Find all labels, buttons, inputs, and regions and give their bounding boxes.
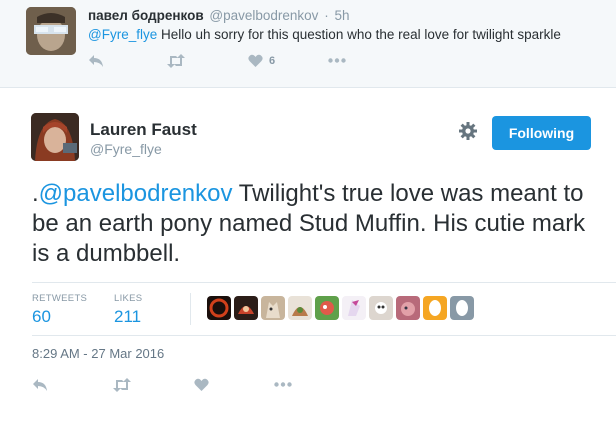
reply-actions: 6 xyxy=(88,52,388,72)
liker-avatar[interactable] xyxy=(450,296,474,320)
retweet-icon xyxy=(167,54,185,68)
author-display-name[interactable]: Lauren Faust xyxy=(90,120,197,140)
retweet-button[interactable] xyxy=(112,378,132,392)
likes-label: LIKES xyxy=(114,293,143,304)
reply-button[interactable] xyxy=(32,378,48,392)
tweet-stats: RETWEETS 60 LIKES 211 xyxy=(32,282,616,336)
reply-avatar[interactable] xyxy=(26,7,76,55)
heart-icon xyxy=(248,54,263,67)
main-tweet: Lauren Faust @Fyre_flye Following .@pave… xyxy=(0,100,616,425)
more-button[interactable] xyxy=(328,58,346,63)
more-icon xyxy=(328,58,346,63)
gear-icon xyxy=(459,122,477,140)
liker-avatars xyxy=(207,296,474,320)
heart-icon xyxy=(194,378,209,391)
liker-avatar[interactable] xyxy=(234,296,258,320)
liker-avatar[interactable] xyxy=(342,296,366,320)
reply-time[interactable]: 5h xyxy=(334,8,349,23)
author-avatar[interactable] xyxy=(31,113,79,161)
reply-icon xyxy=(89,55,103,67)
retweets-stat[interactable]: RETWEETS 60 xyxy=(32,293,87,327)
reply-button[interactable] xyxy=(88,54,104,68)
user-actions-button[interactable] xyxy=(457,120,479,142)
reply-display-name[interactable]: павел бодренков xyxy=(88,8,204,23)
retweet-icon xyxy=(113,378,131,392)
reply-icon xyxy=(33,379,47,391)
liker-avatar[interactable] xyxy=(423,296,447,320)
liker-avatar[interactable] xyxy=(261,296,285,320)
reply-header: павел бодренков @pavelbodrenkov · 5h xyxy=(88,8,350,23)
reply-separator: · xyxy=(324,8,329,23)
reply-handle[interactable]: @pavelbodrenkov xyxy=(209,8,318,23)
tweet-timestamp[interactable]: 8:29 AM - 27 Mar 2016 xyxy=(32,346,164,361)
liker-avatar[interactable] xyxy=(396,296,420,320)
more-button[interactable] xyxy=(274,382,292,387)
retweets-count: 60 xyxy=(32,307,51,326)
liker-avatar[interactable] xyxy=(369,296,393,320)
tweet-text-prefix: . xyxy=(32,180,39,207)
more-icon xyxy=(274,382,292,387)
liker-avatar[interactable] xyxy=(288,296,312,320)
likes-stat[interactable]: LIKES 211 xyxy=(114,293,142,327)
likes-count: 211 xyxy=(114,307,142,326)
author-handle[interactable]: @Fyre_flye xyxy=(90,141,162,157)
stats-divider xyxy=(190,293,191,325)
liker-avatar[interactable] xyxy=(315,296,339,320)
like-button[interactable] xyxy=(194,378,209,392)
reply-tweet[interactable]: павел бодренков @pavelbodrenkov · 5h @Fy… xyxy=(0,0,616,88)
retweets-label: RETWEETS xyxy=(32,293,88,304)
liker-avatar[interactable] xyxy=(207,296,231,320)
like-button[interactable]: 6 xyxy=(248,54,275,68)
tweet-text: .@pavelbodrenkov Twilight's true love wa… xyxy=(32,179,602,269)
reply-body: Hello uh sorry for this question who the… xyxy=(157,27,561,42)
reply-mention[interactable]: @Fyre_flye xyxy=(88,27,157,42)
following-button[interactable]: Following xyxy=(492,116,591,150)
reply-like-count: 6 xyxy=(269,55,276,67)
reply-text: @Fyre_flye Hello uh sorry for this quest… xyxy=(88,27,561,42)
tweet-mention[interactable]: @pavelbodrenkov xyxy=(39,180,233,207)
retweet-button[interactable] xyxy=(166,54,186,68)
tweet-actions xyxy=(32,374,332,398)
